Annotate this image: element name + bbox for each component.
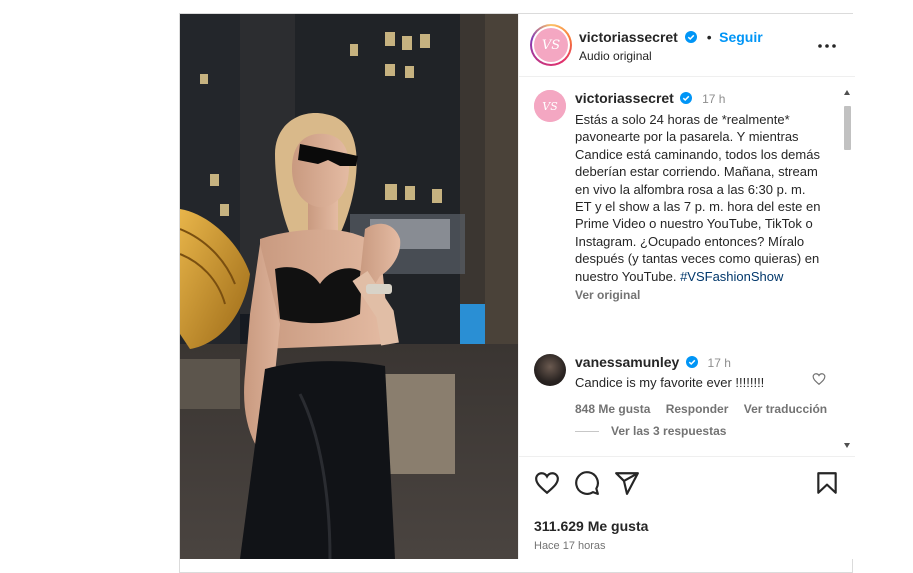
verified-icon	[680, 92, 693, 104]
verified-icon	[685, 31, 698, 43]
view-replies-button[interactable]: Ver las 3 respuestas	[575, 424, 726, 438]
commenter-avatar[interactable]	[534, 354, 566, 386]
share-icon[interactable]	[614, 470, 640, 496]
more-options-icon[interactable]	[817, 36, 837, 56]
caption-text: Estás a solo 24 horas de *realmente* pav…	[575, 112, 821, 284]
comments-scrollbar[interactable]	[841, 88, 853, 452]
comment-text: Candice is my favorite ever !!!!!!!!	[575, 375, 765, 390]
video-frame	[180, 14, 518, 559]
comment-time: 17 h	[707, 356, 731, 370]
post-timestamp: Hace 17 horas	[534, 540, 606, 552]
post-actions: 311.629 Me gusta Hace 17 horas	[519, 456, 855, 566]
separator-dot: •	[706, 29, 712, 45]
likes-count[interactable]: 311.629 Me gusta	[534, 518, 648, 534]
vs-logo-icon: VS	[534, 90, 566, 122]
account-username[interactable]: victoriassecret	[579, 29, 678, 45]
account-avatar[interactable]: VS	[530, 24, 572, 66]
commenter-username[interactable]: vanessamunley	[575, 354, 679, 370]
heart-icon[interactable]	[534, 470, 560, 496]
scroll-thumb[interactable]	[844, 106, 851, 150]
verified-icon	[685, 356, 698, 368]
reply-button[interactable]: Responder	[666, 402, 729, 416]
comment-icon[interactable]	[574, 470, 600, 496]
see-original-link[interactable]: Ver original	[575, 287, 823, 304]
caption-avatar[interactable]: VS	[534, 90, 566, 122]
post-dialog: VS victoriassecret • Seguir Audio origin…	[179, 13, 855, 573]
heart-icon[interactable]	[812, 372, 826, 386]
caption-time: 17 h	[702, 92, 726, 106]
post-header: VS victoriassecret • Seguir Audio origin…	[519, 14, 855, 77]
audio-link[interactable]: Audio original	[579, 49, 652, 63]
header-account-line: victoriassecret • Seguir	[579, 29, 763, 47]
post-video[interactable]	[180, 14, 518, 559]
follow-button[interactable]: Seguir	[719, 29, 763, 45]
scroll-up-icon[interactable]	[844, 90, 850, 95]
bookmark-icon[interactable]	[814, 470, 840, 496]
comments-section[interactable]: VS victoriassecret 17 h Estás a solo 24 …	[519, 78, 855, 452]
hashtag-link[interactable]: #VSFashionShow	[680, 269, 783, 284]
translate-button[interactable]: Ver traducción	[744, 402, 827, 416]
post-sidebar: VS victoriassecret • Seguir Audio origin…	[518, 14, 855, 559]
vs-logo-icon: VS	[534, 28, 568, 62]
comment-likes[interactable]: 848 Me gusta	[575, 402, 650, 416]
caption-username[interactable]: victoriassecret	[575, 90, 674, 106]
scroll-down-icon[interactable]	[844, 443, 850, 448]
